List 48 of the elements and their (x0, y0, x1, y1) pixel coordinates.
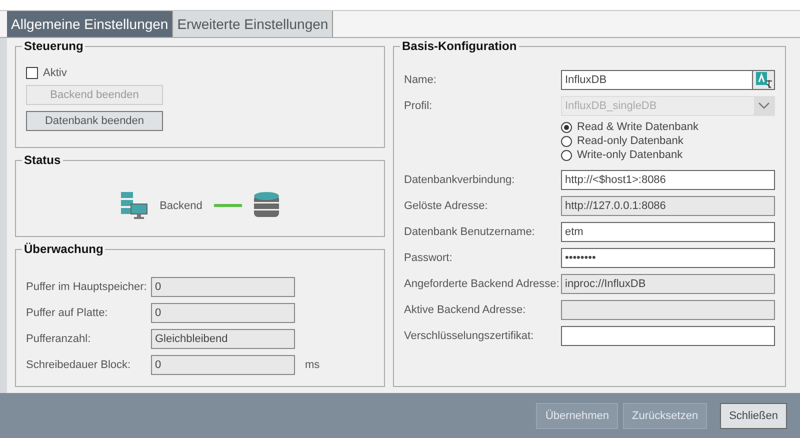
text-field[interactable]: http://127.0.0.1:8086 (561, 196, 775, 216)
chevron-down-icon (758, 102, 770, 110)
text-field[interactable] (561, 300, 775, 320)
readonly-field: Gleichbleibend (151, 329, 295, 350)
field-label: Passwort: (404, 252, 454, 264)
translate-button[interactable] (753, 70, 775, 90)
unit-label: ms (305, 359, 320, 372)
name-field[interactable]: InfluxDB (561, 70, 753, 90)
group-title: Status (22, 153, 63, 168)
checkbox[interactable] (26, 67, 38, 80)
field-label: Verschlüsselungszertifikat: (404, 330, 535, 342)
radio-button[interactable] (561, 136, 572, 147)
action-button[interactable]: Datenbank beenden (26, 111, 163, 132)
database-icon (254, 192, 280, 220)
text-field[interactable]: http://<$host1>:8086 (561, 170, 775, 190)
field-label: Gelöste Adresse: (404, 200, 489, 212)
field-label: Aktive Backend Adresse: (404, 304, 527, 316)
backend-label: Backend (160, 200, 202, 212)
text-field[interactable]: inproc://InfluxDB (561, 274, 775, 294)
radio-option[interactable]: Read-only Datenbank (561, 135, 775, 148)
field-label: Pufferanzahl: (26, 333, 92, 346)
text-field[interactable] (561, 326, 775, 346)
radio-button[interactable] (561, 122, 572, 133)
tab[interactable]: Erweiterte Einstellungen (173, 10, 334, 38)
field-label: Datenbank Benutzername: (404, 226, 536, 238)
radio-option[interactable]: Write-only Datenbank (561, 149, 775, 162)
readonly-field: 0 (151, 355, 295, 376)
text-field[interactable]: etm (561, 222, 775, 242)
readonly-field: 0 (151, 303, 295, 324)
server-monitor-icon (120, 192, 148, 220)
field-label: Puffer auf Platte: (26, 307, 109, 320)
footer-button[interactable]: Schließen (720, 402, 787, 429)
field-label: Angeforderte Backend Adresse: (404, 278, 560, 290)
translate-icon (756, 72, 772, 88)
field-label: Puffer im Hauptspeicher: (26, 281, 148, 294)
field-label: Name: (404, 74, 438, 86)
field-label: Datenbankverbindung: (404, 174, 516, 186)
group-title: Basis-Konfiguration (400, 39, 519, 54)
field-label: Profil: (404, 100, 434, 112)
field-label: Schreibedauer Block: (26, 359, 132, 372)
group-title: Steuerung (22, 39, 86, 54)
readonly-field: 0 (151, 277, 295, 298)
radio-option[interactable]: Read & Write Datenbank (561, 121, 775, 134)
group-title: Überwachung (22, 242, 106, 256)
radio-button[interactable] (561, 150, 572, 161)
text-field[interactable]: •••••••• (561, 248, 775, 268)
tab[interactable]: Allgemeine Einstellungen (7, 10, 174, 38)
aktiv-checkbox-row[interactable]: Aktiv (26, 67, 374, 80)
